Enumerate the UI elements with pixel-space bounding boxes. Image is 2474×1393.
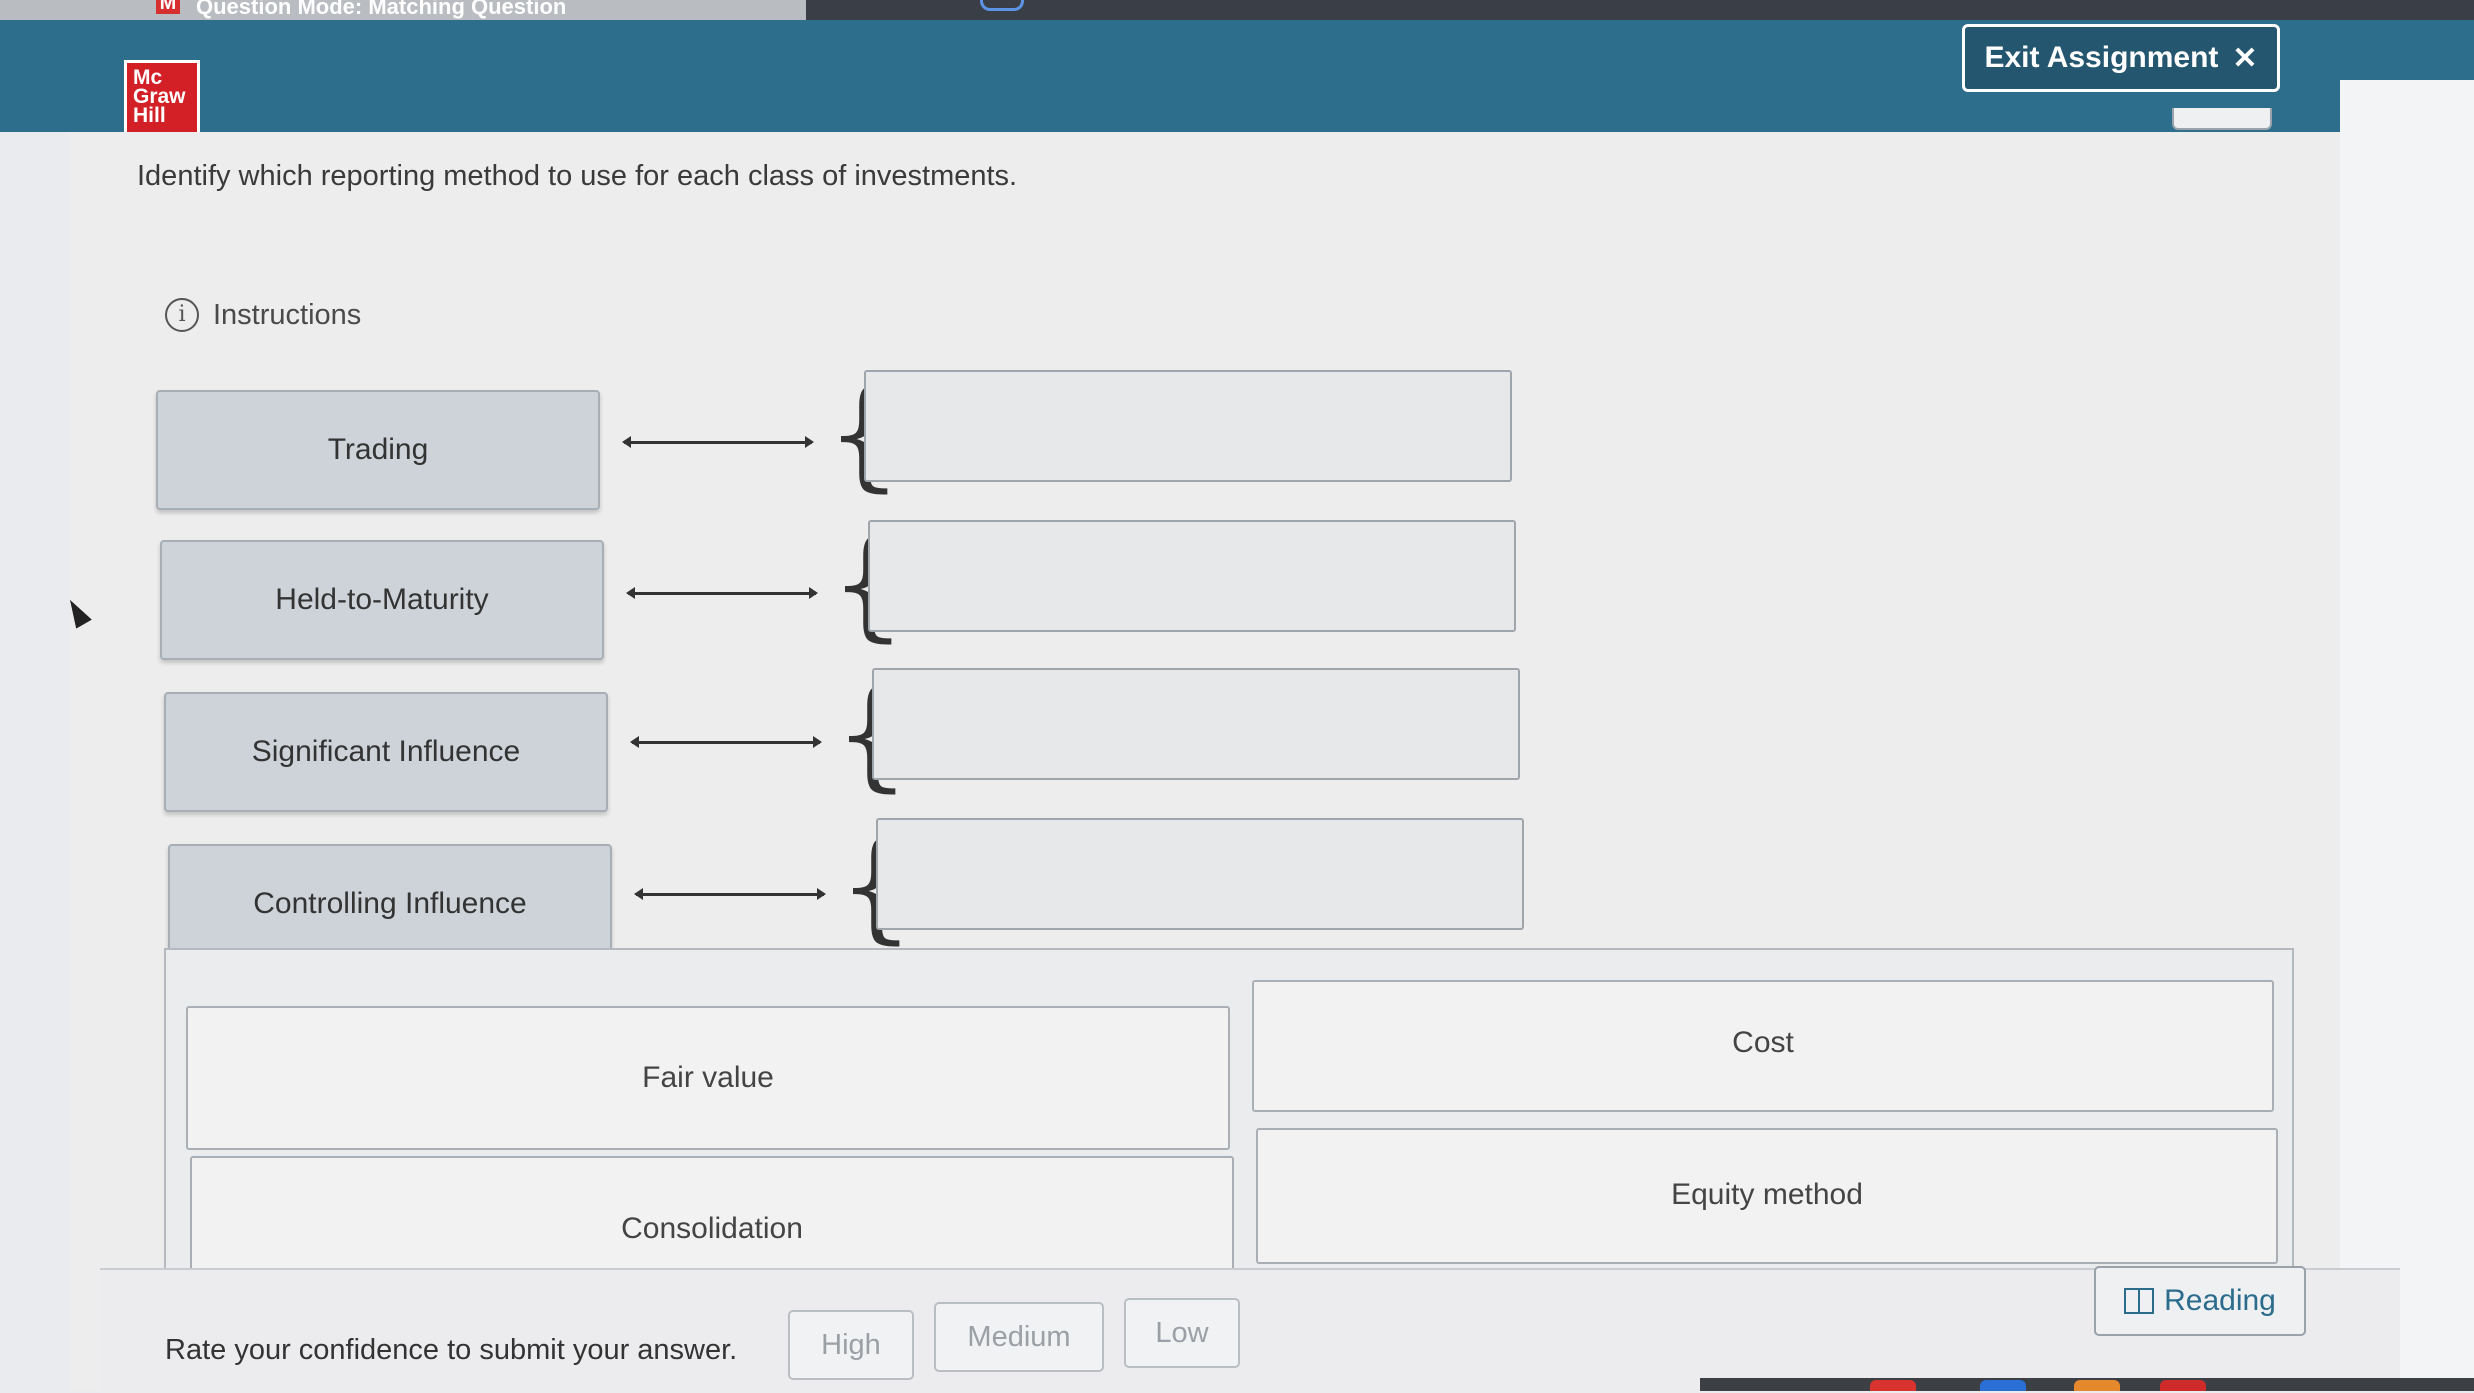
answer-choice-cost[interactable]: Cost <box>1252 980 2274 1112</box>
right-margin <box>2340 80 2474 1391</box>
match-item-label: Controlling Influence <box>253 887 527 920</box>
instructions-label: Instructions <box>213 298 362 331</box>
confidence-option-label: Medium <box>967 1320 1071 1353</box>
brace-icon: { <box>838 827 914 947</box>
drop-target-significant-influence[interactable] <box>872 668 1520 780</box>
answer-choice-fair-value[interactable]: Fair value <box>186 1006 1230 1150</box>
exit-assignment-button[interactable]: Exit Assignment ✕ <box>1962 24 2280 92</box>
drop-target-trading[interactable] <box>864 370 1512 482</box>
answer-choice-label: Consolidation <box>621 1212 803 1245</box>
close-icon: ✕ <box>2232 41 2258 75</box>
book-icon <box>2124 1288 2155 1314</box>
browser-tab-bar: M Question Mode: Matching Question <box>0 0 2474 20</box>
double-arrow-icon <box>622 436 814 448</box>
drop-target-held-to-maturity[interactable] <box>868 520 1516 632</box>
confidence-option-label: Low <box>1155 1316 1209 1349</box>
double-arrow-icon <box>630 736 822 748</box>
header-dropdown-tab[interactable] <box>2172 108 2272 130</box>
confidence-low-button[interactable]: Low <box>1124 1298 1240 1368</box>
brace-icon: { <box>826 375 902 495</box>
drop-target-controlling-influence[interactable] <box>876 818 1524 930</box>
answer-choice-label: Fair value <box>642 1061 774 1094</box>
dock-app-icon[interactable] <box>2160 1380 2206 1391</box>
browser-tab-title: Question Mode: Matching Question <box>196 0 567 19</box>
app-header: Mc Graw Hill Exit Assignment ✕ <box>0 20 2474 136</box>
double-arrow-icon <box>634 888 826 900</box>
match-item-significant-influence: Significant Influence <box>164 692 608 812</box>
confidence-footer <box>100 1268 2400 1393</box>
confidence-prompt: Rate your confidence to submit your answ… <box>165 1334 738 1366</box>
instructions-toggle[interactable]: i Instructions <box>165 298 361 332</box>
question-prompt: Identify which reporting method to use f… <box>137 160 1018 192</box>
answer-choice-label: Cost <box>1732 1026 1794 1059</box>
exit-assignment-label: Exit Assignment <box>1984 41 2219 74</box>
match-item-held-to-maturity: Held-to-Maturity <box>160 540 604 660</box>
dock-app-icon[interactable] <box>1870 1380 1916 1391</box>
mcgraw-hill-logo: Mc Graw Hill <box>124 60 200 136</box>
answer-choice-label: Equity method <box>1671 1178 1863 1211</box>
mheducation-favicon-icon: M <box>156 0 180 14</box>
match-item-label: Significant Influence <box>251 735 521 768</box>
answer-choice-equity-method[interactable]: Equity method <box>1256 1128 2278 1264</box>
logo-line-3: Hill <box>133 104 166 127</box>
dock-app-icon[interactable] <box>1980 1380 2026 1391</box>
brace-icon: { <box>834 675 910 795</box>
confidence-option-label: High <box>821 1328 881 1361</box>
info-icon: i <box>165 298 199 332</box>
double-arrow-icon <box>626 587 818 599</box>
match-item-trading: Trading <box>156 390 600 510</box>
brace-icon: { <box>830 525 906 645</box>
confidence-medium-button[interactable]: Medium <box>934 1302 1104 1372</box>
match-item-label: Held-to-Maturity <box>275 583 489 616</box>
browser-tab-active[interactable]: M Question Mode: Matching Question <box>0 0 806 20</box>
match-item-controlling-influence: Controlling Influence <box>168 844 612 964</box>
dock-app-icon[interactable] <box>2074 1380 2120 1391</box>
confidence-high-button[interactable]: High <box>788 1310 914 1380</box>
reading-label: Reading <box>2164 1284 2276 1317</box>
browser-tab-indicator[interactable] <box>980 0 1024 11</box>
reading-button[interactable]: Reading <box>2094 1266 2306 1336</box>
match-item-label: Trading <box>327 433 429 466</box>
